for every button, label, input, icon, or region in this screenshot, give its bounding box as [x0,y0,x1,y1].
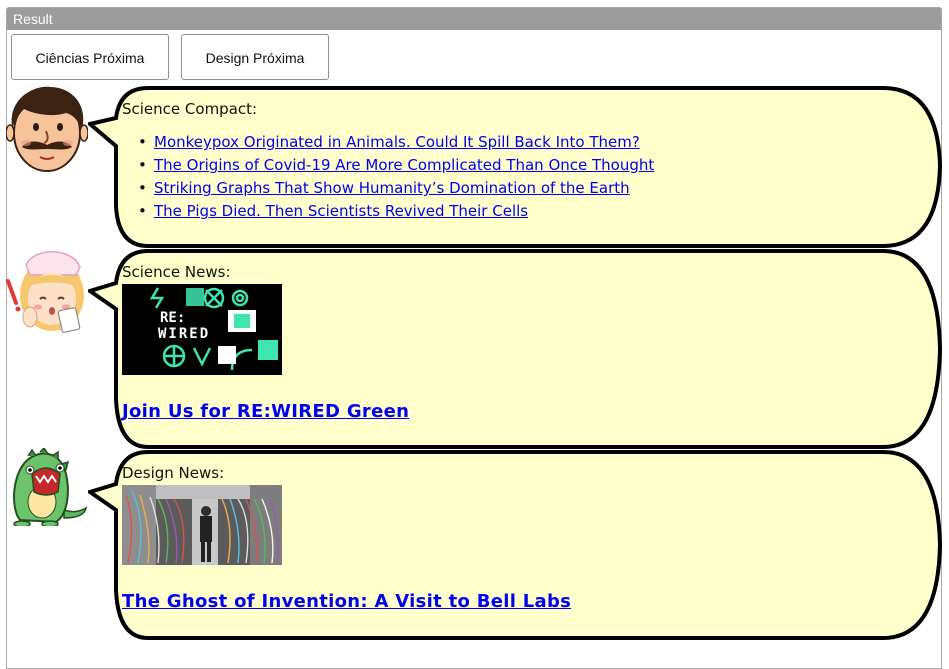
speech-bubble-science-news: Science News: RE: WIRED Join Us for RE:W… [88,249,942,449]
science-compact-list: Monkeypox Originated in Animals. Could I… [122,131,922,223]
speech-bubble-design-news: Design News: The Ghost of Invention: A V… [88,450,942,640]
article-link[interactable]: Striking Graphs That Show Humanity’s Dom… [154,179,630,197]
rewired-text-wired: WIRED [158,326,210,342]
bell-labs-article-link[interactable]: The Ghost of Invention: A Visit to Bell … [122,591,571,612]
science-compact-heading: Science Compact: [122,100,258,118]
rewired-image[interactable]: RE: WIRED [122,284,282,375]
bell-labs-image[interactable] [122,485,282,565]
article-link[interactable]: The Pigs Died. Then Scientists Revived T… [154,202,528,220]
nurse-avatar [6,247,88,333]
rewired-article-link[interactable]: Join Us for RE:WIRED Green [122,401,409,422]
design-news-heading: Design News: [122,464,225,482]
mustache-man-avatar [5,85,89,173]
article-link[interactable]: Monkeypox Originated in Animals. Could I… [154,133,640,151]
rewired-text-re: RE: [160,310,185,326]
article-link[interactable]: The Origins of Covid-19 Are More Complic… [154,156,654,174]
speech-bubble-science-compact: Science Compact: Monkeypox Originated in… [88,86,942,248]
result-bar: Result [7,8,941,30]
list-item: Monkeypox Originated in Animals. Could I… [122,131,922,154]
design-proxima-button[interactable]: Design Próxima [181,34,329,80]
list-item: The Pigs Died. Then Scientists Revived T… [122,200,922,223]
ciencias-proxima-button[interactable]: Ciências Próxima [11,34,169,80]
science-news-heading: Science News: [122,263,231,281]
green-dinosaur-avatar [6,446,88,528]
list-item: Striking Graphs That Show Humanity’s Dom… [122,177,922,200]
list-item: The Origins of Covid-19 Are More Complic… [122,154,922,177]
